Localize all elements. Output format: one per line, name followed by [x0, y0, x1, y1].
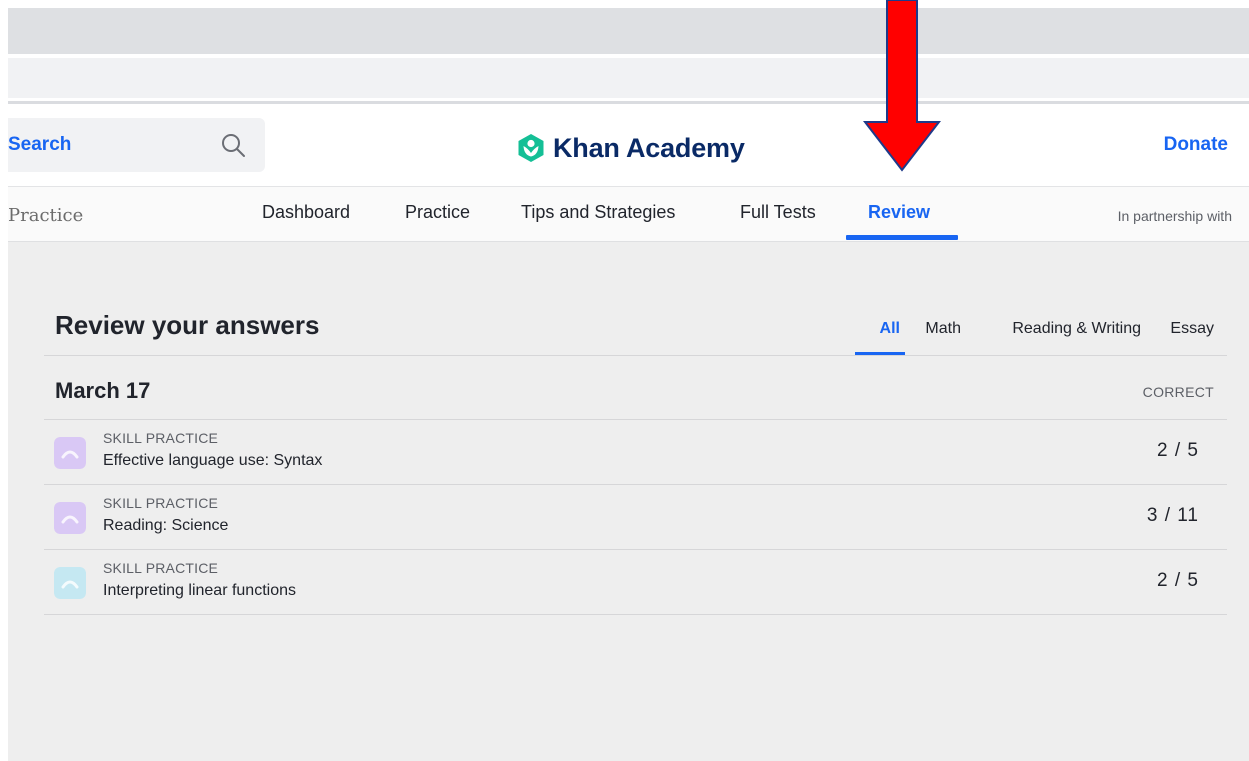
- tab-full-tests[interactable]: Full Tests: [740, 202, 816, 223]
- practice-brand: Practice: [8, 205, 84, 226]
- partnership-text: In partnership with: [1117, 208, 1232, 224]
- filter-reading-writing[interactable]: Reading & Writing: [1012, 320, 1141, 338]
- item-score: 2 / 5: [1157, 440, 1199, 461]
- item-type: SKILL PRACTICE: [103, 495, 219, 511]
- math-icon: [54, 567, 86, 599]
- filter-essay[interactable]: Essay: [1170, 320, 1214, 338]
- donate-button[interactable]: Donate: [1164, 134, 1228, 156]
- item-title[interactable]: Interpreting linear functions: [103, 582, 296, 600]
- main-content: Review your answers All Math Reading & W…: [8, 242, 1249, 761]
- item-type: SKILL PRACTICE: [103, 430, 219, 446]
- review-item[interactable]: SKILL PRACTICE Reading: Science 3 / 11: [44, 485, 1227, 550]
- correct-column-header: CORRECT: [1142, 384, 1214, 400]
- search-icon[interactable]: [220, 132, 246, 158]
- active-tab-indicator: [846, 235, 958, 240]
- tab-practice[interactable]: Practice: [405, 202, 470, 223]
- item-title[interactable]: Reading: Science: [103, 517, 228, 535]
- khan-academy-logo[interactable]: Khan Academy: [516, 132, 745, 164]
- khan-logo-icon: [518, 134, 544, 162]
- item-title[interactable]: Effective language use: Syntax: [103, 452, 322, 470]
- review-item[interactable]: SKILL PRACTICE Effective language use: S…: [44, 420, 1227, 485]
- site-header: Search Khan Academy Donate: [8, 104, 1249, 187]
- search-box[interactable]: Search: [8, 118, 265, 172]
- item-type: SKILL PRACTICE: [103, 560, 219, 576]
- practice-subnav: Practice Dashboard Practice Tips and Str…: [8, 187, 1249, 242]
- tab-dashboard[interactable]: Dashboard: [262, 202, 350, 223]
- date-heading: March 17: [55, 378, 151, 403]
- filter-all[interactable]: All: [880, 320, 900, 338]
- page-title: Review your answers: [55, 310, 320, 340]
- tab-tips-and-strategies[interactable]: Tips and Strategies: [521, 202, 675, 223]
- filter-math[interactable]: Math: [925, 320, 961, 338]
- browser-toolbar: [8, 58, 1249, 98]
- red-arrow-annotation: [863, 0, 941, 172]
- tab-review[interactable]: Review: [868, 202, 930, 223]
- logo-text: Khan Academy: [553, 132, 745, 163]
- item-score: 3 / 11: [1146, 505, 1199, 526]
- divider: [44, 355, 1227, 356]
- browser-tab-strip: [8, 8, 1249, 54]
- review-item[interactable]: SKILL PRACTICE Interpreting linear funct…: [44, 550, 1227, 615]
- search-label[interactable]: Search: [8, 134, 71, 156]
- reading-writing-icon: [54, 437, 86, 469]
- reading-writing-icon: [54, 502, 86, 534]
- item-score: 2 / 5: [1157, 570, 1199, 591]
